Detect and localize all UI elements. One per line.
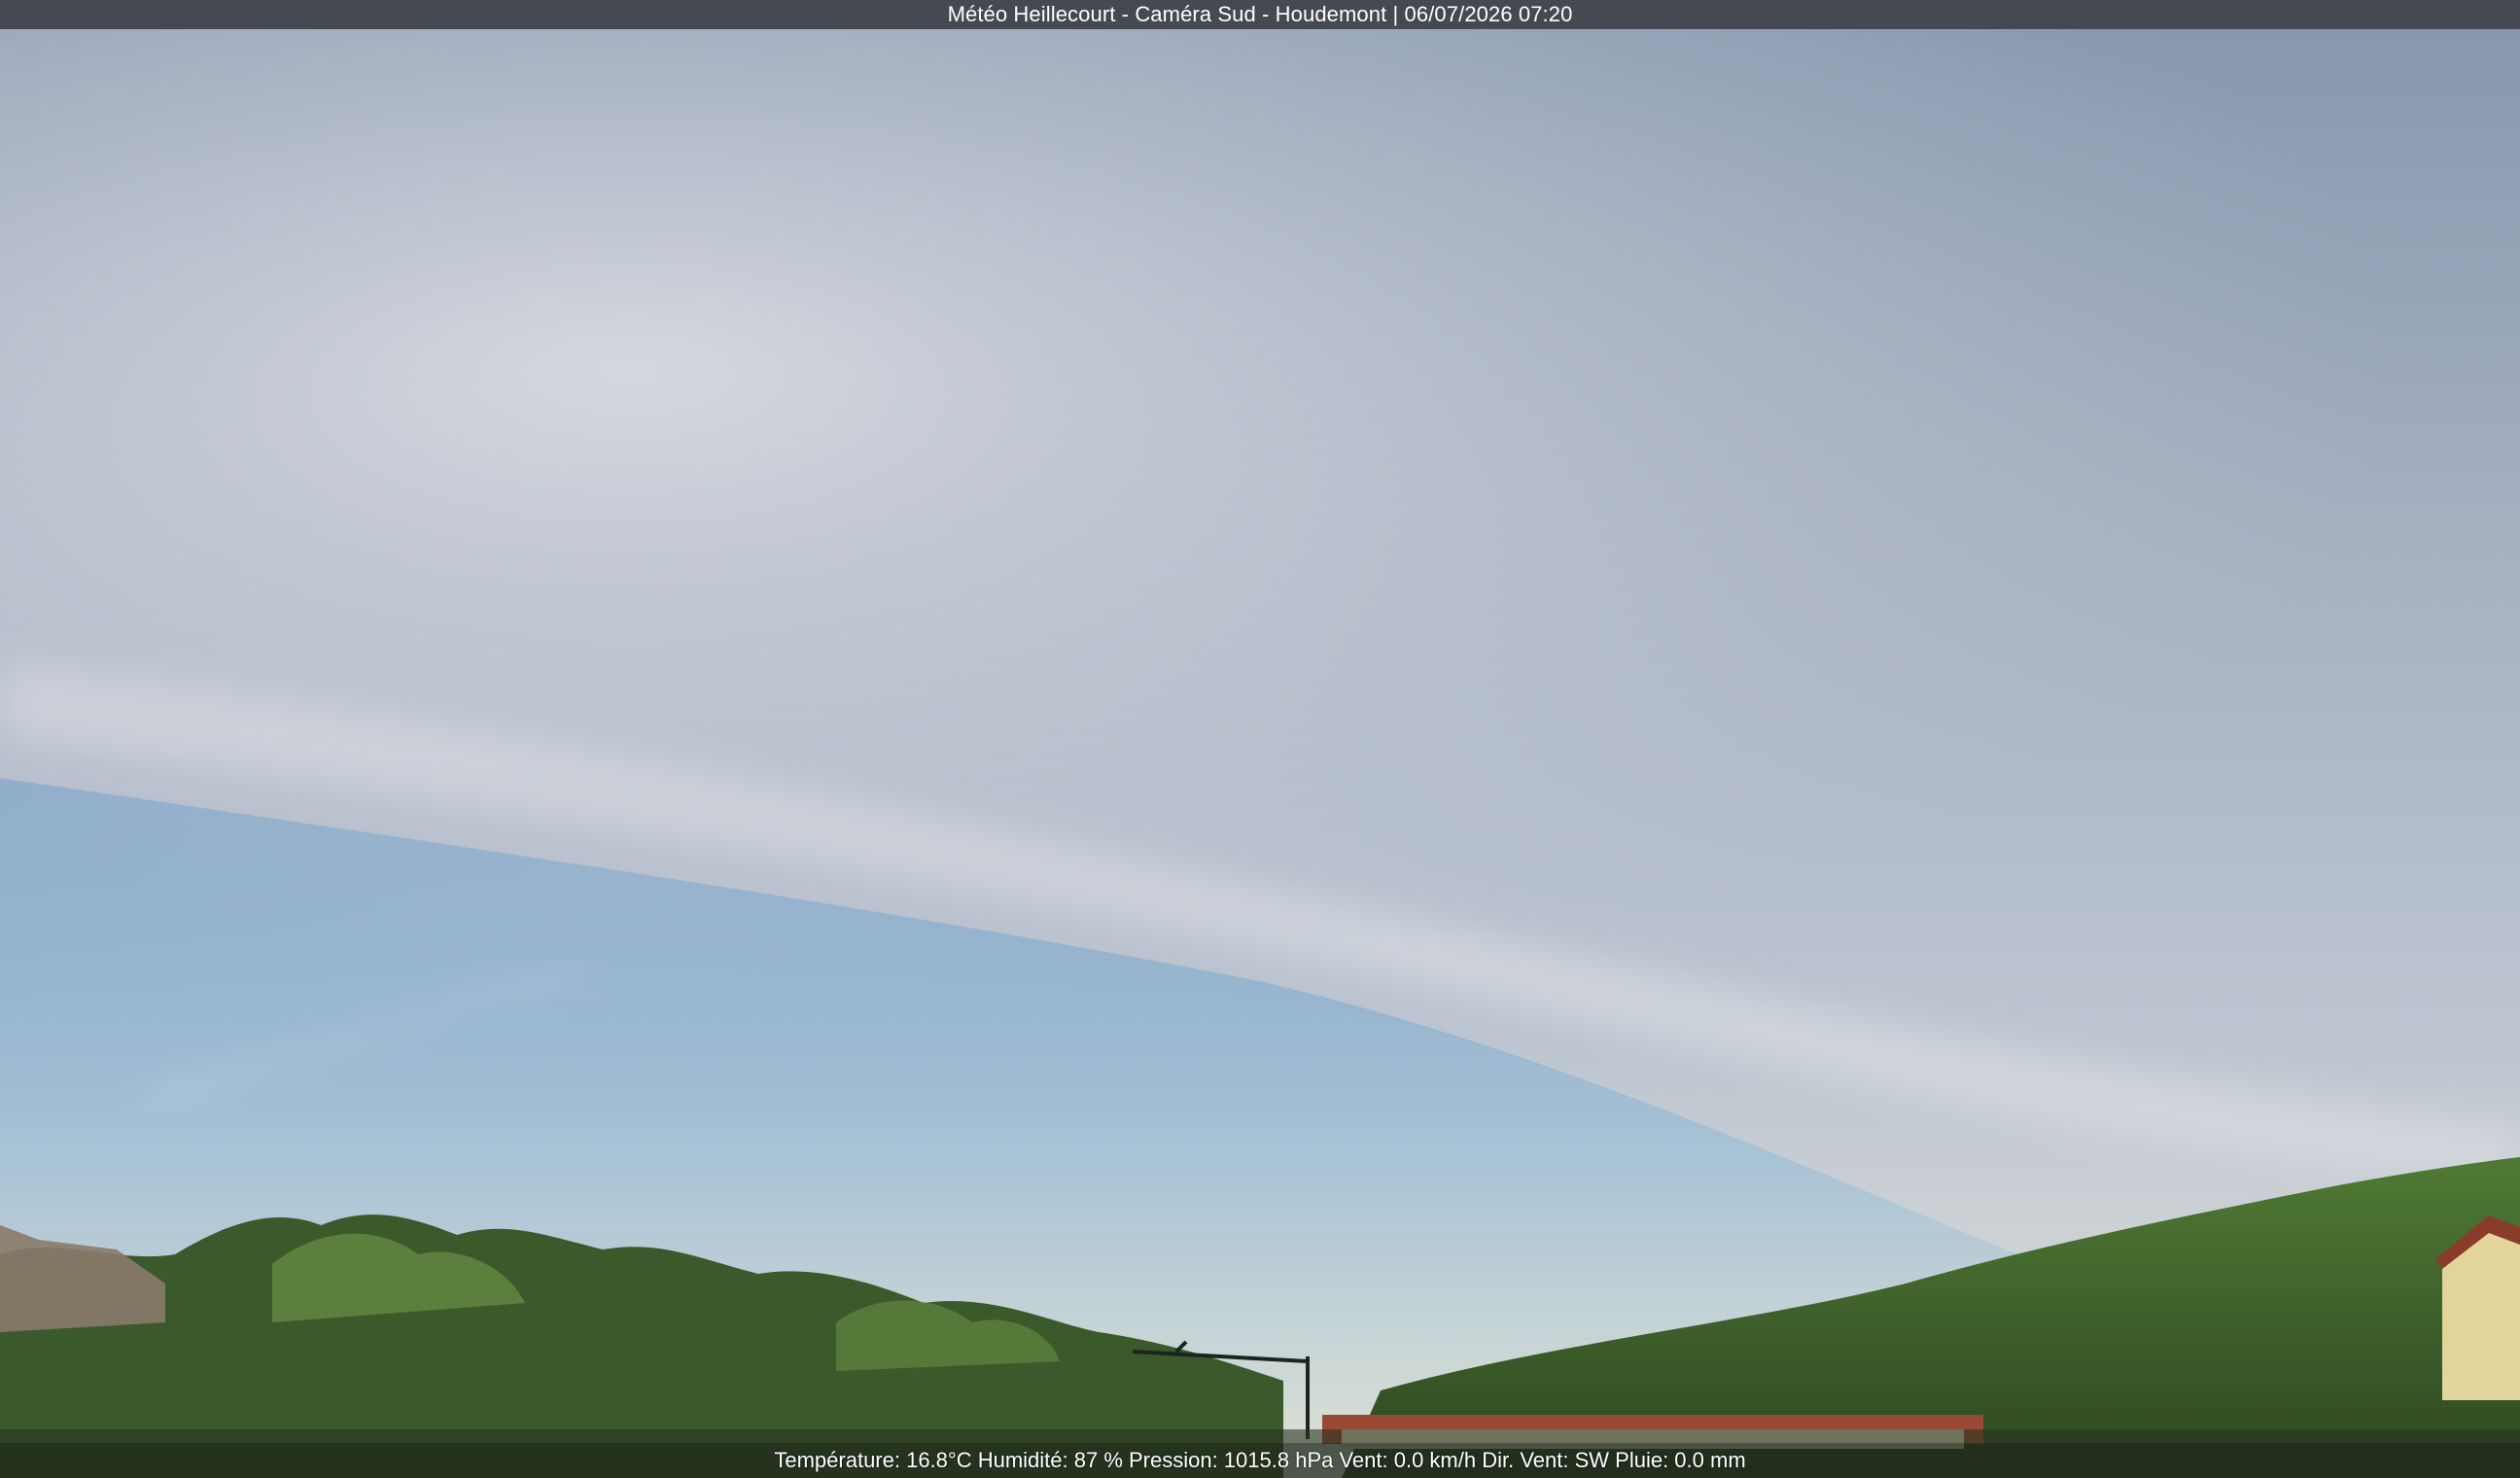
cloud-glow [0, 29, 2520, 1002]
webcam-image [0, 0, 2520, 1478]
webcam-frame: Météo Heillecourt - Caméra Sud - Houdemo… [0, 0, 2520, 1478]
camera-title-bar: Météo Heillecourt - Caméra Sud - Houdemo… [0, 0, 2520, 29]
weather-readout: Température: 16.8°C Humidité: 87 % Press… [0, 1443, 2520, 1478]
